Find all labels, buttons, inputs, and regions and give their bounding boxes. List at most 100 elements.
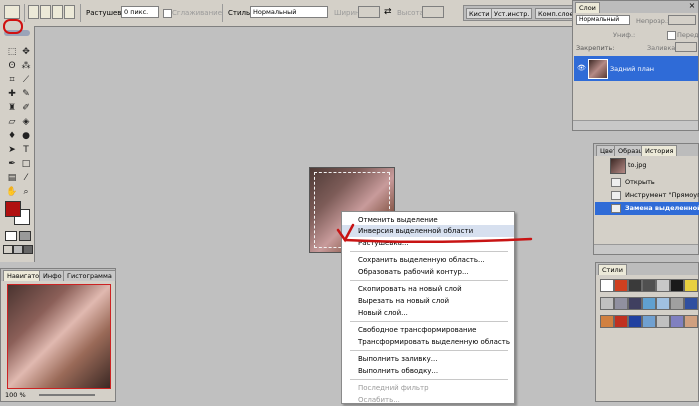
- propagate-checkbox[interactable]: [667, 31, 676, 40]
- quick-mask-icon[interactable]: [19, 231, 31, 241]
- style-swatch[interactable]: [614, 315, 628, 328]
- move-icon[interactable]: ✥: [19, 46, 33, 59]
- navigator-preview[interactable]: [7, 284, 111, 389]
- healing-brush-icon[interactable]: ✚: [5, 88, 19, 101]
- crop-icon[interactable]: ⌗: [5, 74, 19, 87]
- style-swatch[interactable]: [670, 315, 684, 328]
- style-swatch[interactable]: [684, 279, 698, 292]
- zoom-icon[interactable]: ⌕: [19, 186, 33, 199]
- style-swatch[interactable]: [614, 279, 628, 292]
- history-item[interactable]: Открыть: [595, 176, 699, 189]
- zoom-level[interactable]: 100 %: [5, 391, 26, 399]
- layer-thumbnail: [588, 59, 608, 79]
- eye-icon[interactable]: 👁: [577, 64, 586, 72]
- foreground-color-swatch[interactable]: [5, 201, 21, 217]
- menu-item-new-layer[interactable]: Новый слой...: [342, 307, 514, 319]
- layer-name: Задний план: [610, 65, 655, 73]
- menu-item-layer-via-copy[interactable]: Скопировать на новый слой: [342, 283, 514, 295]
- style-swatch[interactable]: [628, 297, 642, 310]
- fill-input[interactable]: [675, 42, 697, 52]
- snapshot-thumbnail[interactable]: [610, 158, 626, 174]
- clone-stamp-icon[interactable]: ♜: [5, 102, 19, 115]
- intersect-selection-icon[interactable]: [64, 5, 75, 19]
- style-swatch[interactable]: [614, 297, 628, 310]
- feather-input[interactable]: 0 пикс.: [121, 6, 159, 18]
- style-swatch[interactable]: [642, 279, 656, 292]
- tab-layers[interactable]: Слои: [575, 2, 600, 13]
- antialias-checkbox[interactable]: [163, 9, 172, 18]
- style-swatch[interactable]: [656, 279, 670, 292]
- paint-bucket-icon[interactable]: ◈: [19, 116, 33, 129]
- menu-item-fade: Ослабить...: [358, 396, 400, 404]
- style-swatch[interactable]: [684, 297, 698, 310]
- lock-label: Закрепить:: [576, 44, 615, 52]
- well-tab-tool-presets[interactable]: Уст.инстр.: [491, 8, 533, 19]
- style-select[interactable]: Нормальный: [250, 6, 328, 18]
- add-selection-icon[interactable]: [40, 5, 51, 19]
- pen-icon[interactable]: ✒: [5, 158, 19, 171]
- height-input[interactable]: [422, 6, 444, 18]
- eyedropper-icon[interactable]: ⁄: [19, 172, 33, 185]
- tab-history[interactable]: История: [641, 145, 678, 156]
- menu-item-stroke[interactable]: Выполнить обводку...: [342, 365, 514, 377]
- screen-mode-standard-icon[interactable]: [3, 245, 13, 254]
- style-swatch[interactable]: [670, 297, 684, 310]
- style-swatch[interactable]: [628, 279, 642, 292]
- notes-icon[interactable]: ▤: [5, 172, 19, 185]
- style-swatch[interactable]: [656, 297, 670, 310]
- style-swatch[interactable]: [684, 315, 698, 328]
- tool-preset-picker[interactable]: [4, 5, 20, 19]
- opacity-input[interactable]: [668, 15, 696, 25]
- propagate-label: Передать: [677, 31, 699, 39]
- swap-dimensions-icon[interactable]: ⇄: [384, 7, 392, 17]
- screen-mode-full-icon[interactable]: [23, 245, 33, 254]
- menu-item-layer-via-cut[interactable]: Вырезать на новый слой: [342, 295, 514, 307]
- layer-row-background[interactable]: 👁 Задний план: [574, 56, 698, 81]
- subtract-selection-icon[interactable]: [52, 5, 63, 19]
- brush-icon[interactable]: ✎: [19, 88, 33, 101]
- menu-item-fill[interactable]: Выполнить заливку...: [342, 353, 514, 365]
- history-item-active[interactable]: Замена выделенной о...: [595, 202, 699, 215]
- standard-mode-icon[interactable]: [5, 231, 17, 241]
- type-icon[interactable]: T: [19, 144, 33, 157]
- style-swatch[interactable]: [600, 279, 614, 292]
- red-annotation-circle: [3, 19, 23, 34]
- style-swatch[interactable]: [670, 279, 684, 292]
- divider: [222, 4, 223, 22]
- magic-wand-icon[interactable]: ⁂: [19, 60, 33, 73]
- style-swatch[interactable]: [600, 297, 614, 310]
- hand-icon[interactable]: ✋: [5, 186, 19, 199]
- tab-histogram[interactable]: Гистограмма: [63, 270, 116, 281]
- menu-item-make-work-path[interactable]: Образовать рабочий контур...: [342, 266, 514, 278]
- style-swatch[interactable]: [642, 297, 656, 310]
- history-item[interactable]: Инструмент "Прямоугол...: [595, 189, 699, 202]
- zoom-slider[interactable]: [39, 394, 95, 396]
- style-swatch[interactable]: [656, 315, 670, 328]
- tab-info[interactable]: Инфо: [39, 270, 66, 281]
- history-brush-icon[interactable]: ✐: [19, 102, 33, 115]
- history-item-label: Инструмент "Прямоугол...: [625, 191, 699, 199]
- menu-item-free-transform[interactable]: Свободное трансформирование: [342, 324, 514, 336]
- blur-icon[interactable]: ♦: [5, 130, 19, 143]
- shape-icon[interactable]: □: [19, 158, 33, 171]
- new-selection-icon[interactable]: [28, 5, 39, 19]
- screen-mode-full-menu-icon[interactable]: [13, 245, 23, 254]
- menu-item-transform-selection[interactable]: Трансформировать выделенную область: [342, 336, 514, 348]
- palette-well: Кисти Уст.инстр. Комп.слоев: [463, 5, 583, 21]
- eraser-icon[interactable]: ▱: [5, 116, 19, 129]
- close-icon[interactable]: ×: [688, 2, 696, 10]
- blend-mode-select[interactable]: Нормальный: [576, 15, 630, 25]
- style-swatch[interactable]: [642, 315, 656, 328]
- lasso-icon[interactable]: ʘ: [5, 60, 19, 73]
- style-swatch[interactable]: [600, 315, 614, 328]
- antialias-label: Сглаживание: [172, 9, 223, 17]
- dodge-icon[interactable]: ●: [19, 130, 33, 143]
- tab-styles[interactable]: Стили: [598, 264, 627, 275]
- rect-marquee-icon[interactable]: ⬚: [5, 46, 19, 59]
- well-tab-brushes[interactable]: Кисти: [466, 8, 493, 19]
- slice-icon[interactable]: ⟋: [19, 74, 33, 87]
- width-input[interactable]: [358, 6, 380, 18]
- style-swatch[interactable]: [628, 315, 642, 328]
- menu-item-save-selection[interactable]: Сохранить выделенную область...: [342, 254, 514, 266]
- path-selection-icon[interactable]: ➤: [5, 144, 19, 157]
